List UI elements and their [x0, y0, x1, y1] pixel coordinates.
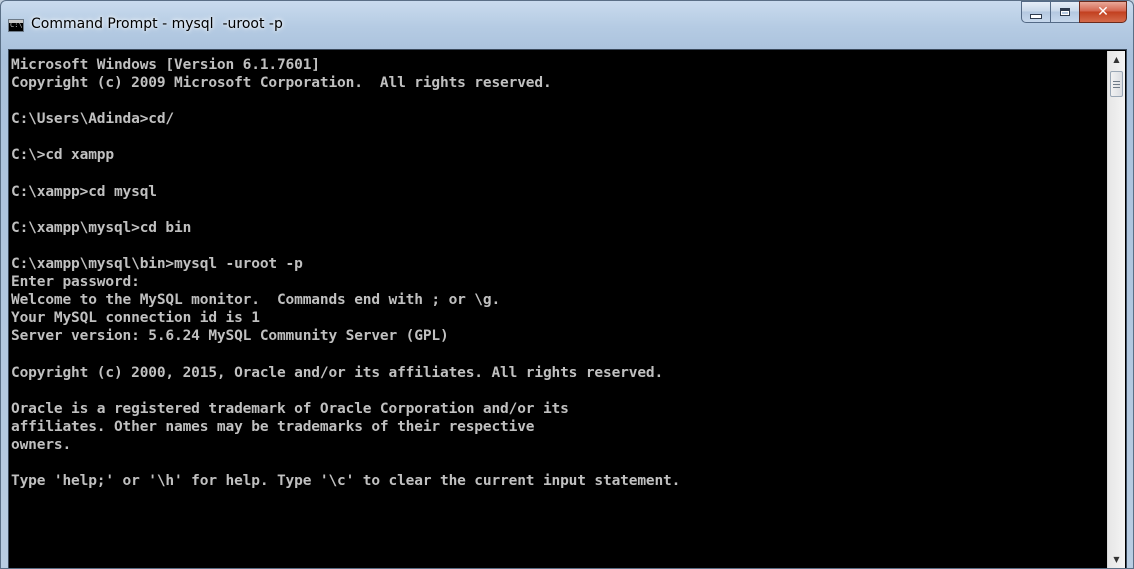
- scroll-up-arrow-icon: ▲: [1113, 55, 1120, 64]
- console-output[interactable]: Microsoft Windows [Version 6.1.7601] Copy…: [11, 56, 1107, 566]
- caption-buttons: ✕: [1021, 1, 1127, 23]
- console-line: Server version: 5.6.24 MySQL Community S…: [11, 328, 449, 345]
- console-area[interactable]: Microsoft Windows [Version 6.1.7601] Copy…: [8, 49, 1127, 568]
- scroll-down-button[interactable]: ▼: [1108, 551, 1125, 568]
- command-prompt-window: C:\ Command Prompt - mysql -uroot -p ✕ M…: [0, 0, 1134, 569]
- console-line: C:\Users\Adinda>cd/: [11, 111, 175, 128]
- console-line: Copyright (c) 2000, 2015, Oracle and/or …: [11, 364, 664, 381]
- console-line: Copyright (c) 2009 Microsoft Corporation…: [11, 75, 552, 92]
- console-line: affiliates. Other names may be trademark…: [11, 418, 535, 435]
- maximize-button[interactable]: [1050, 1, 1079, 23]
- console-line: Type 'help;' or '\h' for help. Type '\c'…: [11, 473, 681, 490]
- console-line: Microsoft Windows [Version 6.1.7601]: [11, 57, 320, 73]
- minimize-button[interactable]: [1021, 1, 1050, 23]
- window-title: Command Prompt - mysql -uroot -p: [31, 16, 283, 32]
- scroll-down-arrow-icon: ▼: [1113, 555, 1120, 564]
- console-line: Your MySQL connection id is 1: [11, 310, 260, 327]
- console-line: owners.: [11, 436, 72, 453]
- console-line: C:\>cd xampp: [11, 147, 114, 164]
- close-icon: ✕: [1097, 4, 1109, 20]
- minimize-icon: [1030, 13, 1042, 19]
- scroll-up-button[interactable]: ▲: [1108, 51, 1125, 68]
- console-line: C:\xampp\mysql\bin>mysql -uroot -p: [11, 256, 303, 273]
- grip-line-icon: [1113, 86, 1120, 88]
- console-line: Welcome to the MySQL monitor. Commands e…: [11, 292, 501, 309]
- console-line: C:\xampp\mysql>cd bin: [11, 219, 192, 236]
- maximize-icon: [1060, 8, 1070, 16]
- title-bar[interactable]: C:\ Command Prompt - mysql -uroot -p ✕: [1, 1, 1133, 49]
- scrollbar-thumb[interactable]: [1110, 71, 1123, 97]
- grip-line-icon: [1113, 83, 1120, 85]
- close-button[interactable]: ✕: [1079, 1, 1127, 23]
- console-line: Enter password:: [11, 274, 140, 291]
- console-line: Oracle is a registered trademark of Orac…: [11, 400, 569, 417]
- console-line: C:\xampp>cd mysql: [11, 183, 157, 200]
- grip-line-icon: [1113, 80, 1120, 82]
- vertical-scrollbar[interactable]: ▲ ▼: [1107, 51, 1125, 568]
- cmd-app-icon[interactable]: C:\: [8, 19, 24, 32]
